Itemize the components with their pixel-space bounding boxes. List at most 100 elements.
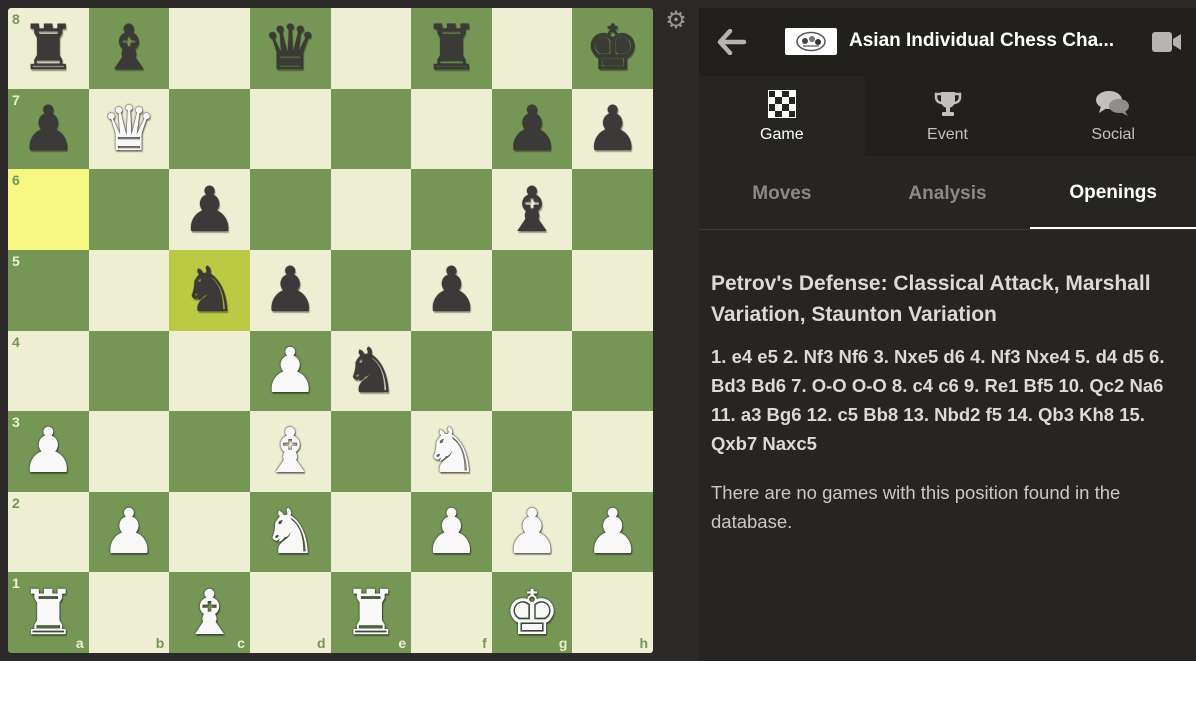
white-king-icon[interactable]: ♚ — [492, 572, 573, 653]
square-b1[interactable]: b — [88, 572, 170, 653]
white-pawn-icon[interactable]: ♟ — [8, 411, 89, 492]
square-b6[interactable] — [88, 169, 170, 250]
square-f2[interactable]: ♟ — [411, 491, 492, 573]
black-pawn-icon[interactable]: ♟ — [492, 89, 573, 170]
square-b2[interactable]: ♟ — [88, 491, 170, 573]
white-bishop-icon[interactable]: ♝ — [250, 411, 331, 492]
square-c8[interactable] — [169, 8, 250, 89]
square-h1[interactable]: h — [572, 572, 653, 653]
square-e6[interactable] — [330, 169, 412, 250]
square-e3[interactable] — [330, 411, 412, 492]
square-d3[interactable]: ♝ — [249, 411, 331, 492]
square-e7[interactable] — [330, 88, 412, 170]
square-a7[interactable]: 7 ♟ — [8, 88, 89, 170]
square-g8[interactable] — [491, 8, 573, 89]
tab-social[interactable]: Social — [1030, 76, 1196, 156]
white-knight-icon[interactable]: ♞ — [250, 492, 331, 573]
black-pawn-icon[interactable]: ♟ — [572, 89, 653, 170]
square-d4[interactable]: ♟ — [249, 330, 331, 412]
gear-icon[interactable]: ⚙ — [662, 6, 690, 34]
square-h8[interactable]: ♚ — [572, 8, 653, 89]
square-d6[interactable] — [249, 169, 331, 250]
white-rook-icon[interactable]: ♜ — [8, 572, 89, 653]
event-title[interactable]: Asian Individual Chess Cha... — [849, 30, 1119, 52]
tab-analysis[interactable]: Analysis — [865, 156, 1031, 229]
black-bishop-icon[interactable]: ♝ — [89, 8, 170, 89]
square-f6[interactable] — [411, 169, 492, 250]
white-pawn-icon[interactable]: ♟ — [572, 492, 653, 573]
square-h4[interactable] — [572, 330, 653, 412]
square-f3[interactable]: ♞ — [411, 411, 492, 492]
square-a3[interactable]: 3 ♟ — [8, 411, 89, 492]
black-pawn-icon[interactable]: ♟ — [169, 169, 250, 250]
square-g5[interactable] — [491, 249, 573, 331]
black-knight-icon[interactable]: ♞ — [331, 331, 412, 412]
square-c7[interactable] — [169, 88, 250, 170]
square-f5[interactable]: ♟ — [411, 249, 492, 331]
square-g3[interactable] — [491, 411, 573, 492]
square-f4[interactable] — [411, 330, 492, 412]
square-d8[interactable]: ♛ — [249, 8, 331, 89]
square-e1[interactable]: e ♜ — [330, 572, 412, 653]
white-pawn-icon[interactable]: ♟ — [411, 492, 492, 573]
square-f8[interactable]: ♜ — [411, 8, 492, 89]
square-c3[interactable] — [169, 411, 250, 492]
tab-game[interactable]: Game — [699, 76, 865, 156]
square-a1[interactable]: 1 a ♜ — [8, 572, 89, 653]
white-bishop-icon[interactable]: ♝ — [169, 572, 250, 653]
square-b7[interactable]: ♛ — [88, 88, 170, 170]
square-e2[interactable] — [330, 491, 412, 573]
square-b8[interactable]: ♝ — [88, 8, 170, 89]
square-e5[interactable] — [330, 249, 412, 331]
black-rook-icon[interactable]: ♜ — [411, 8, 492, 89]
square-g1[interactable]: g ♚ — [491, 572, 573, 653]
square-a8[interactable]: 8 ♜ — [8, 8, 89, 89]
square-h2[interactable]: ♟ — [572, 491, 653, 573]
square-d1[interactable]: d — [249, 572, 331, 653]
square-d5[interactable]: ♟ — [249, 249, 331, 331]
square-h5[interactable] — [572, 249, 653, 331]
black-rook-icon[interactable]: ♜ — [8, 8, 89, 89]
square-a5[interactable]: 5 — [8, 249, 89, 331]
square-c5[interactable]: ♞ — [169, 249, 250, 331]
tab-event[interactable]: Event — [864, 76, 1031, 156]
chessboard[interactable]: 8 ♜ ♝ ♛ ♜ ♚ 7 ♟ ♛ ♟ ♟ 6 ♟ ♝ 5 ♞ ♟ ♟ 4 ♟ ♞ 3 ♟ ♝ ♞ 2 ♟ ♞ ♟ ♟ ♟ 1 a ♜ b c ♝ d e ♜… — [8, 8, 653, 653]
square-a4[interactable]: 4 — [8, 330, 89, 412]
square-h6[interactable] — [572, 169, 653, 250]
black-king-icon[interactable]: ♚ — [572, 8, 653, 89]
black-pawn-icon[interactable]: ♟ — [8, 89, 89, 170]
square-g2[interactable]: ♟ — [491, 491, 573, 573]
square-c2[interactable] — [169, 491, 250, 573]
white-rook-icon[interactable]: ♜ — [331, 572, 412, 653]
square-h7[interactable]: ♟ — [572, 88, 653, 170]
tab-openings[interactable]: Openings — [1030, 156, 1196, 229]
square-b5[interactable] — [88, 249, 170, 331]
black-bishop-icon[interactable]: ♝ — [492, 169, 573, 250]
square-c4[interactable] — [169, 330, 250, 412]
white-queen-icon[interactable]: ♛ — [89, 89, 170, 170]
square-d2[interactable]: ♞ — [249, 491, 331, 573]
black-queen-icon[interactable]: ♛ — [250, 8, 331, 89]
square-a2[interactable]: 2 — [8, 491, 89, 573]
black-pawn-icon[interactable]: ♟ — [411, 250, 492, 331]
square-b3[interactable] — [88, 411, 170, 492]
back-arrow-icon[interactable] — [715, 26, 749, 58]
square-a6[interactable]: 6 — [8, 169, 89, 250]
tab-moves[interactable]: Moves — [699, 156, 865, 229]
white-pawn-icon[interactable]: ♟ — [89, 492, 170, 573]
square-g7[interactable]: ♟ — [491, 88, 573, 170]
black-knight-icon[interactable]: ♞ — [169, 250, 250, 331]
square-c1[interactable]: c ♝ — [169, 572, 250, 653]
square-g6[interactable]: ♝ — [491, 169, 573, 250]
square-e8[interactable] — [330, 8, 412, 89]
square-e4[interactable]: ♞ — [330, 330, 412, 412]
square-f1[interactable]: f — [411, 572, 492, 653]
square-h3[interactable] — [572, 411, 653, 492]
video-camera-icon[interactable] — [1151, 30, 1183, 54]
black-pawn-icon[interactable]: ♟ — [250, 250, 331, 331]
white-pawn-icon[interactable]: ♟ — [492, 492, 573, 573]
white-pawn-icon[interactable]: ♟ — [250, 331, 331, 412]
square-b4[interactable] — [88, 330, 170, 412]
square-g4[interactable] — [491, 330, 573, 412]
square-f7[interactable] — [411, 88, 492, 170]
